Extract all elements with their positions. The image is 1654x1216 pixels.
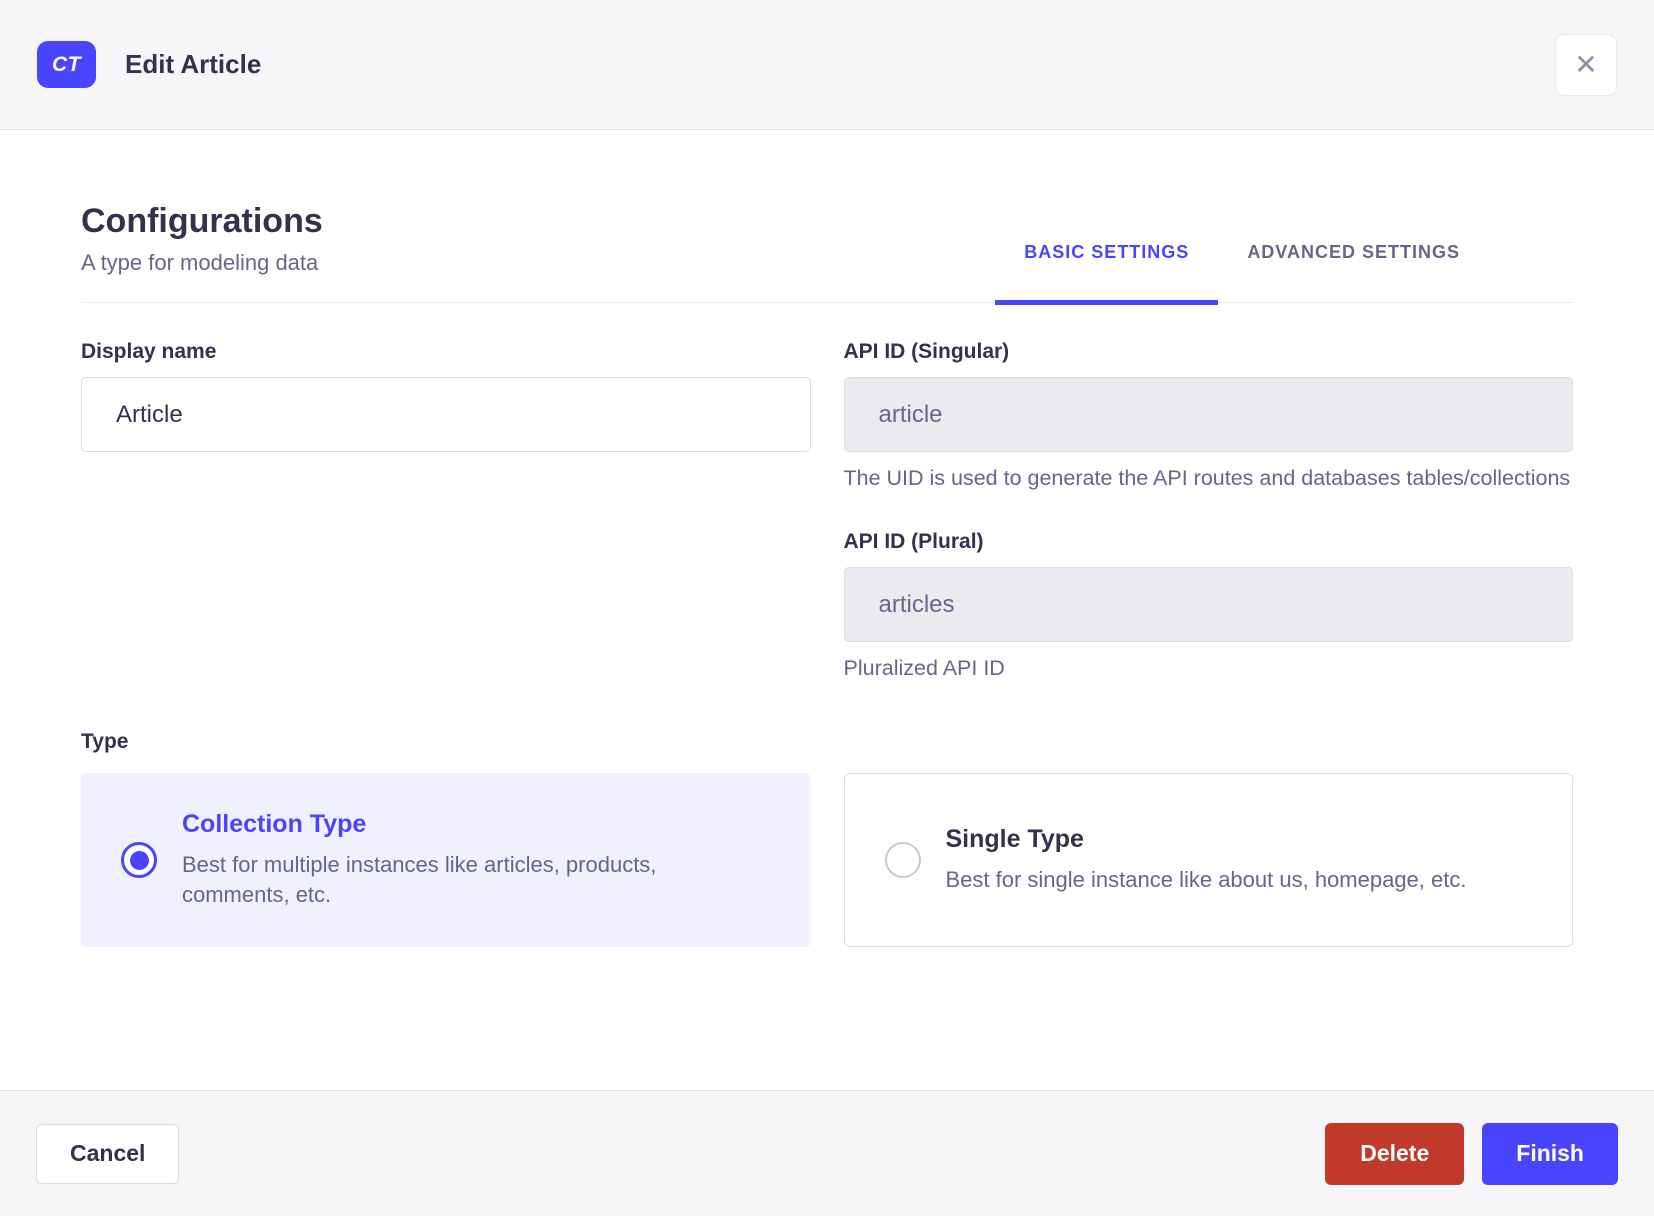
display-name-group: Display name (81, 340, 811, 452)
single-type-text: Single Type Best for single instance lik… (946, 825, 1467, 896)
section-titles: Configurations A type for modeling data (81, 202, 323, 302)
finish-button[interactable]: Finish (1482, 1122, 1618, 1185)
api-id-plural-label: API ID (Plural) (843, 530, 984, 554)
cancel-button[interactable]: Cancel (36, 1123, 180, 1184)
delete-button[interactable]: Delete (1325, 1122, 1465, 1185)
api-id-plural-group: API ID (Plural) Pluralized API ID (843, 530, 1573, 684)
close-icon: ✕ (1574, 48, 1598, 80)
modal-footer: Cancel Delete Finish (0, 1090, 1654, 1216)
display-name-label: Display name (81, 340, 217, 363)
type-option-collection-type[interactable]: Collection Type Best for multiple instan… (81, 773, 811, 948)
api-id-singular-label: API ID (Singular) (843, 340, 1010, 363)
section-header: Configurations A type for modeling data … (81, 202, 1573, 305)
form-right-column: API ID (Singular) The UID is used to gen… (843, 340, 1573, 684)
page-title: Configurations (81, 202, 323, 240)
single-type-title: Single Type (945, 824, 1084, 853)
type-option-single-type[interactable]: Single Type Best for single instance lik… (843, 773, 1573, 948)
radio-selected-icon[interactable] (121, 842, 157, 879)
collection-type-description: Best for multiple instances like article… (182, 851, 657, 908)
collection-type-text: Collection Type Best for multiple instan… (182, 810, 727, 912)
api-id-singular-input (843, 377, 1573, 452)
modal-body: Configurations A type for modeling data … (0, 130, 1654, 1090)
tab-advanced-settings[interactable]: ADVANCED SETTINGS (1218, 202, 1489, 302)
tab-basic-settings[interactable]: BASIC SETTINGS (995, 202, 1219, 305)
api-id-singular-group: API ID (Singular) The UID is used to gen… (843, 340, 1573, 494)
collection-type-title: Collection Type (182, 809, 367, 838)
configuration-form: Display name API ID (Singular) The UID i… (81, 340, 1573, 948)
content-type-badge-label: CT (52, 52, 81, 76)
close-button[interactable]: ✕ (1555, 33, 1617, 96)
page-subtitle: A type for modeling data (81, 250, 319, 275)
single-type-description: Best for single instance like about us, … (945, 866, 1467, 892)
modal-header: CT Edit Article ✕ (0, 0, 1654, 130)
settings-tabs: BASIC SETTINGS ADVANCED SETTINGS (995, 202, 1489, 305)
api-id-plural-input (843, 567, 1573, 643)
modal-title: Edit Article (125, 49, 262, 79)
display-name-input[interactable] (81, 377, 811, 452)
radio-unselected-icon[interactable] (884, 842, 921, 879)
type-label: Type (81, 730, 129, 754)
api-id-singular-help: The UID is used to generate the API rout… (843, 466, 1571, 490)
api-id-plural-help: Pluralized API ID (843, 656, 1005, 681)
form-left-column: Display name (81, 340, 811, 684)
content-type-badge: CT (37, 41, 96, 88)
